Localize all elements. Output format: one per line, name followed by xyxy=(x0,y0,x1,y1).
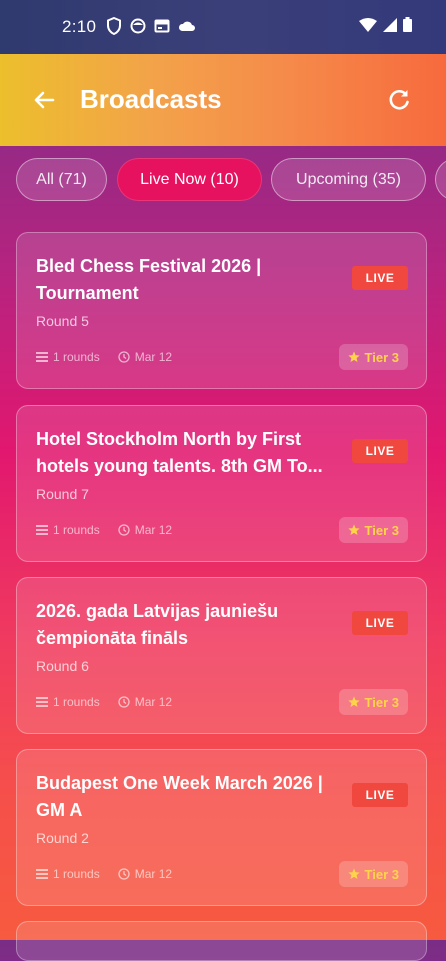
tier-label: Tier 3 xyxy=(364,522,399,538)
battery-icon xyxy=(403,17,412,32)
back-arrow-icon[interactable] xyxy=(30,86,58,114)
refresh-icon[interactable] xyxy=(385,86,413,114)
wifi-icon xyxy=(359,17,377,32)
star-icon xyxy=(347,868,360,879)
status-icons-right xyxy=(359,17,412,32)
list-icon xyxy=(36,697,48,707)
tier-badge: Tier 3 xyxy=(338,517,408,543)
shield-icon xyxy=(107,17,121,35)
tier-label: Tier 3 xyxy=(364,694,399,710)
tier-badge: Tier 3 xyxy=(338,689,408,715)
broadcast-title: Budapest One Week March 2026 | GM A xyxy=(36,773,323,820)
star-icon xyxy=(347,524,360,535)
broadcast-card[interactable]: Bled Chess Festival 2026 | Tournament LI… xyxy=(16,232,427,389)
broadcast-meta: 1 rounds Mar 12 xyxy=(36,350,172,364)
calendar-icon xyxy=(154,19,170,33)
status-time: 2:10 xyxy=(62,17,97,36)
live-badge: LIVE xyxy=(352,783,408,807)
broadcast-card[interactable]: Budapest One Week March 2026 | GM A LIVE… xyxy=(16,749,427,906)
rounds-count: 1 rounds xyxy=(53,867,100,881)
rounds-count: 1 rounds xyxy=(53,523,100,537)
broadcast-card[interactable]: 2026. gada Latvijas jauniešu čempionāta … xyxy=(16,577,427,734)
chip-label: Upcoming (35) xyxy=(296,170,401,188)
tier-label: Tier 3 xyxy=(364,866,399,882)
clock-icon xyxy=(118,351,130,363)
live-badge: LIVE xyxy=(352,266,408,290)
cloud-icon xyxy=(178,21,195,31)
broadcast-meta: 1 rounds Mar 12 xyxy=(36,867,172,881)
filter-chip-more[interactable] xyxy=(435,158,446,201)
filter-chip-all[interactable]: All (71) xyxy=(16,158,107,201)
broadcast-date: Mar 12 xyxy=(134,523,173,537)
clock-icon xyxy=(118,524,130,536)
filter-chip-upcoming[interactable]: Upcoming (35) xyxy=(271,158,426,201)
status-bar: 2:10 xyxy=(0,0,446,54)
live-badge: LIVE xyxy=(352,611,408,635)
clock-icon xyxy=(118,868,130,880)
status-icons-left xyxy=(106,17,196,35)
broadcast-date: Mar 12 xyxy=(134,350,173,364)
filter-chip-row: All (71) Live Now (10) Upcoming (35) xyxy=(0,158,446,204)
list-icon xyxy=(36,352,48,362)
clock-icon xyxy=(118,696,130,708)
app-bar: Broadcasts xyxy=(0,54,446,146)
star-icon xyxy=(347,351,360,362)
face-icon xyxy=(130,18,146,34)
broadcast-title: Bled Chess Festival 2026 | Tournament xyxy=(36,256,262,303)
broadcast-meta: 1 rounds Mar 12 xyxy=(36,695,172,709)
broadcast-title: 2026. gada Latvijas jauniešu čempionāta … xyxy=(36,601,279,648)
rounds-count: 1 rounds xyxy=(53,695,100,709)
chip-label: All (71) xyxy=(36,170,87,188)
chip-label: Live Now (10) xyxy=(140,170,239,188)
broadcast-date: Mar 12 xyxy=(134,867,173,881)
broadcast-meta: 1 rounds Mar 12 xyxy=(36,523,172,537)
broadcast-round: Round 7 xyxy=(36,486,89,502)
list-icon xyxy=(36,525,48,535)
tier-label: Tier 3 xyxy=(364,349,399,365)
tier-badge: Tier 3 xyxy=(338,861,408,887)
broadcast-card[interactable]: Hotel Stockholm North by First hotels yo… xyxy=(16,405,427,562)
rounds-count: 1 rounds xyxy=(53,350,100,364)
signal-icon xyxy=(383,17,397,32)
filter-chip-live-now[interactable]: Live Now (10) xyxy=(117,158,262,201)
broadcast-card-partial[interactable] xyxy=(16,921,427,961)
broadcast-round: Round 5 xyxy=(36,313,89,329)
page-title: Broadcasts xyxy=(80,84,222,114)
star-icon xyxy=(347,696,360,707)
live-badge: LIVE xyxy=(352,439,408,463)
broadcast-date: Mar 12 xyxy=(134,695,173,709)
list-icon xyxy=(36,869,48,879)
broadcast-title: Hotel Stockholm North by First hotels yo… xyxy=(36,429,323,476)
tier-badge: Tier 3 xyxy=(338,344,408,370)
broadcast-round: Round 2 xyxy=(36,830,89,846)
broadcast-round: Round 6 xyxy=(36,658,89,674)
